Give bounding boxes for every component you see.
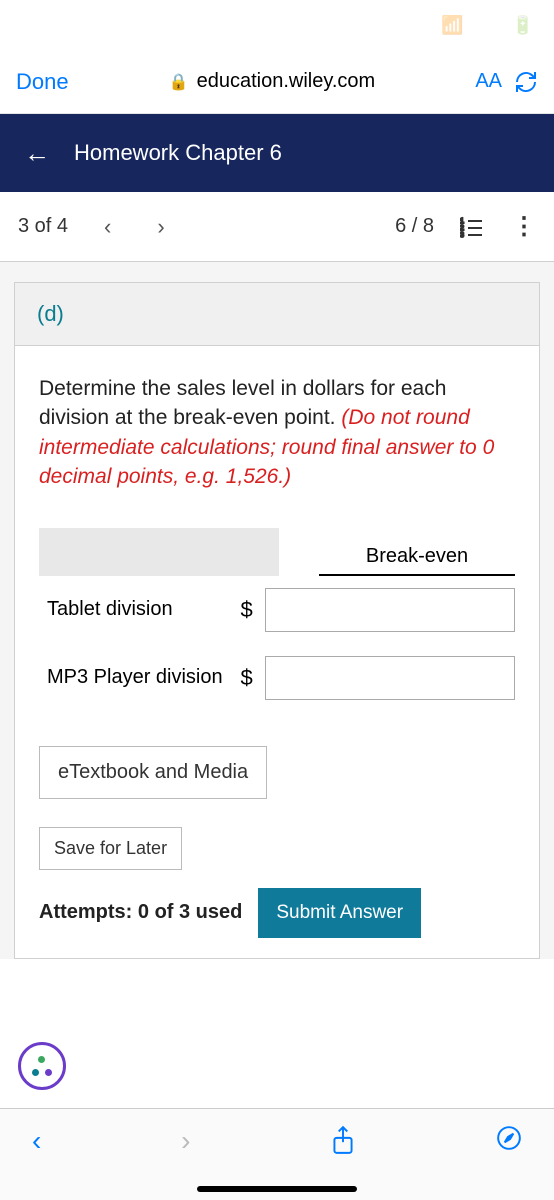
question-list-icon[interactable]: 123: [460, 215, 484, 239]
row-label-mp3: MP3 Player division: [39, 666, 232, 689]
submit-answer-button[interactable]: Submit Answer: [258, 888, 421, 938]
table-header-breakeven: Break-even: [319, 545, 515, 576]
part-label: (d): [15, 283, 539, 346]
svg-text:1: 1: [460, 218, 464, 225]
status-right: 📶 50% 🔋: [441, 15, 534, 36]
svg-text:2: 2: [460, 225, 464, 232]
assignment-title: Homework Chapter 6: [74, 140, 282, 166]
save-for-later-button[interactable]: Save for Later: [39, 827, 182, 870]
answer-table: Break-even Tablet division $ MP3 Player …: [39, 528, 515, 712]
battery-icon: 🔋: [512, 15, 534, 36]
question-text: Determine the sales level in dollars for…: [39, 374, 515, 492]
attempts-row: Attempts: 0 of 3 used Submit Answer: [39, 888, 515, 938]
assignment-header: ← Homework Chapter 6: [0, 114, 554, 192]
browser-forward-button[interactable]: ›: [181, 1125, 190, 1157]
more-options-icon[interactable]: ⋮: [512, 212, 536, 241]
help-widget-button[interactable]: [18, 1042, 66, 1090]
safari-bar: Done 🔒 education.wiley.com AA: [0, 50, 554, 114]
tablet-breakeven-input[interactable]: [265, 588, 515, 632]
action-row: Save for Later: [39, 827, 515, 870]
share-icon[interactable]: [330, 1125, 356, 1155]
browser-back-button[interactable]: ‹: [32, 1125, 41, 1157]
status-bar: 10:27 📶 50% 🔋: [0, 0, 554, 50]
text-size-button[interactable]: AA: [475, 70, 502, 93]
battery-text: 50%: [470, 15, 506, 36]
back-arrow-icon[interactable]: ←: [24, 138, 50, 169]
dollar-sign: $: [232, 665, 261, 691]
refresh-icon[interactable]: [514, 70, 538, 94]
table-header-blank: [39, 528, 279, 576]
url-display[interactable]: 🔒 education.wiley.com: [81, 70, 464, 93]
next-question-button[interactable]: ›: [139, 214, 182, 240]
home-indicator[interactable]: [197, 1186, 357, 1192]
part-counter: 6 / 8: [395, 215, 434, 238]
etextbook-button[interactable]: eTextbook and Media: [39, 746, 267, 799]
done-button[interactable]: Done: [16, 69, 69, 95]
lock-icon: 🔒: [169, 72, 189, 92]
dollar-sign: $: [232, 597, 261, 623]
prev-question-button[interactable]: ‹: [86, 214, 129, 240]
status-time: 10:27: [20, 15, 66, 36]
content-area: (d) Determine the sales level in dollars…: [0, 262, 554, 959]
safari-compass-icon[interactable]: [496, 1125, 522, 1151]
mp3-breakeven-input[interactable]: [265, 656, 515, 700]
question-counter: 3 of 4: [18, 215, 68, 238]
question-card: (d) Determine the sales level in dollars…: [14, 282, 540, 959]
table-header-row: Break-even: [39, 528, 515, 576]
question-nav-bar: 3 of 4 ‹ › 6 / 8 123 ⋮: [0, 192, 554, 262]
signal-icon: 📶: [441, 15, 463, 36]
url-text: education.wiley.com: [197, 70, 376, 93]
help-dots-icon: [32, 1056, 52, 1076]
table-row: Tablet division $: [39, 576, 515, 644]
row-label-tablet: Tablet division: [39, 598, 232, 621]
svg-text:3: 3: [460, 232, 464, 239]
table-row: MP3 Player division $: [39, 644, 515, 712]
attempts-text: Attempts: 0 of 3 used: [39, 901, 242, 924]
